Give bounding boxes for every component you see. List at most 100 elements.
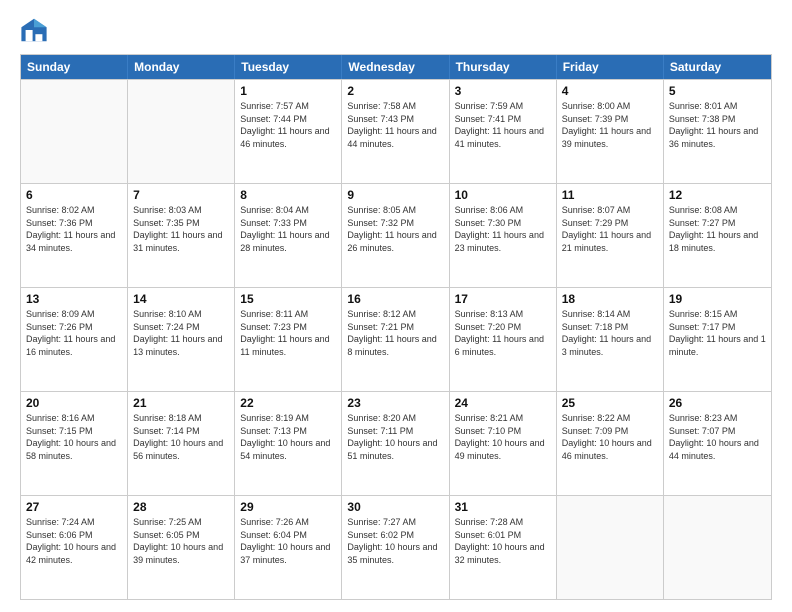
day-number-31: 31 (455, 500, 551, 514)
day-info-9: Sunrise: 8:05 AM Sunset: 7:32 PM Dayligh… (347, 204, 443, 254)
day-26: 26 Sunrise: 8:23 AM Sunset: 7:07 PM Dayli… (664, 392, 771, 495)
day-number-3: 3 (455, 84, 551, 98)
calendar-row-2: 6 Sunrise: 8:02 AM Sunset: 7:36 PM Daylig… (21, 183, 771, 287)
day-number-21: 21 (133, 396, 229, 410)
day-31: 31Sunrise: 7:28 AM Sunset: 6:01 PM Dayli… (450, 496, 557, 599)
day-number-26: 26 (669, 396, 766, 410)
day-10: 10 Sunrise: 8:06 AM Sunset: 7:30 PM Dayli… (450, 184, 557, 287)
day-number-30: 30 (347, 500, 443, 514)
day-number-16: 16 (347, 292, 443, 306)
calendar-header: SundayMondayTuesdayWednesdayThursdayFrid… (21, 55, 771, 79)
header-day-monday: Monday (128, 55, 235, 79)
day-info-25: Sunrise: 8:22 AM Sunset: 7:09 PM Dayligh… (562, 412, 658, 462)
day-8: 8 Sunrise: 8:04 AM Sunset: 7:33 PM Daylig… (235, 184, 342, 287)
day-info-18: Sunrise: 8:14 AM Sunset: 7:18 PM Dayligh… (562, 308, 658, 358)
day-info-21: Sunrise: 8:18 AM Sunset: 7:14 PM Dayligh… (133, 412, 229, 462)
day-number-14: 14 (133, 292, 229, 306)
day-21: 21 Sunrise: 8:18 AM Sunset: 7:14 PM Dayli… (128, 392, 235, 495)
calendar-row-1: 1 Sunrise: 7:57 AM Sunset: 7:44 PM Daylig… (21, 79, 771, 183)
day-info-13: Sunrise: 8:09 AM Sunset: 7:26 PM Dayligh… (26, 308, 122, 358)
day-2: 2 Sunrise: 7:58 AM Sunset: 7:43 PM Daylig… (342, 80, 449, 183)
day-info-1: Sunrise: 7:57 AM Sunset: 7:44 PM Dayligh… (240, 100, 336, 150)
day-number-2: 2 (347, 84, 443, 98)
day-1: 1 Sunrise: 7:57 AM Sunset: 7:44 PM Daylig… (235, 80, 342, 183)
day-number-1: 1 (240, 84, 336, 98)
day-number-8: 8 (240, 188, 336, 202)
day-22: 22 Sunrise: 8:19 AM Sunset: 7:13 PM Dayli… (235, 392, 342, 495)
day-29: 29 Sunrise: 7:26 AM Sunset: 6:04 PM Dayli… (235, 496, 342, 599)
day-number-20: 20 (26, 396, 122, 410)
day-info-26: Sunrise: 8:23 AM Sunset: 7:07 PM Dayligh… (669, 412, 766, 462)
header-day-saturday: Saturday (664, 55, 771, 79)
day-11: 11 Sunrise: 8:07 AM Sunset: 7:29 PM Dayli… (557, 184, 664, 287)
day-number-7: 7 (133, 188, 229, 202)
header-day-friday: Friday (557, 55, 664, 79)
empty-cell (557, 496, 664, 599)
day-7: 7Sunrise: 8:03 AM Sunset: 7:35 PM Daylig… (128, 184, 235, 287)
day-info-22: Sunrise: 8:19 AM Sunset: 7:13 PM Dayligh… (240, 412, 336, 462)
day-number-24: 24 (455, 396, 551, 410)
day-3: 3 Sunrise: 7:59 AM Sunset: 7:41 PM Daylig… (450, 80, 557, 183)
day-info-16: Sunrise: 8:12 AM Sunset: 7:21 PM Dayligh… (347, 308, 443, 358)
header-day-thursday: Thursday (450, 55, 557, 79)
day-info-2: Sunrise: 7:58 AM Sunset: 7:43 PM Dayligh… (347, 100, 443, 150)
day-info-17: Sunrise: 8:13 AM Sunset: 7:20 PM Dayligh… (455, 308, 551, 358)
day-number-9: 9 (347, 188, 443, 202)
day-number-11: 11 (562, 188, 658, 202)
day-6: 6 Sunrise: 8:02 AM Sunset: 7:36 PM Daylig… (21, 184, 128, 287)
day-info-5: Sunrise: 8:01 AM Sunset: 7:38 PM Dayligh… (669, 100, 766, 150)
day-13: 13Sunrise: 8:09 AM Sunset: 7:26 PM Dayli… (21, 288, 128, 391)
day-28: 28Sunrise: 7:25 AM Sunset: 6:05 PM Dayli… (128, 496, 235, 599)
day-info-27: Sunrise: 7:24 AM Sunset: 6:06 PM Dayligh… (26, 516, 122, 566)
day-number-27: 27 (26, 500, 122, 514)
day-27: 27 Sunrise: 7:24 AM Sunset: 6:06 PM Dayli… (21, 496, 128, 599)
day-info-30: Sunrise: 7:27 AM Sunset: 6:02 PM Dayligh… (347, 516, 443, 566)
day-19: 19 Sunrise: 8:15 AM Sunset: 7:17 PM Dayli… (664, 288, 771, 391)
empty-cell (664, 496, 771, 599)
day-info-19: Sunrise: 8:15 AM Sunset: 7:17 PM Dayligh… (669, 308, 766, 358)
day-30: 30 Sunrise: 7:27 AM Sunset: 6:02 PM Dayli… (342, 496, 449, 599)
day-18: 18Sunrise: 8:14 AM Sunset: 7:18 PM Dayli… (557, 288, 664, 391)
day-info-4: Sunrise: 8:00 AM Sunset: 7:39 PM Dayligh… (562, 100, 658, 150)
day-info-14: Sunrise: 8:10 AM Sunset: 7:24 PM Dayligh… (133, 308, 229, 358)
day-24: 24 Sunrise: 8:21 AM Sunset: 7:10 PM Dayli… (450, 392, 557, 495)
day-15: 15Sunrise: 8:11 AM Sunset: 7:23 PM Dayli… (235, 288, 342, 391)
day-25: 25 Sunrise: 8:22 AM Sunset: 7:09 PM Dayli… (557, 392, 664, 495)
calendar-row-4: 20 Sunrise: 8:16 AM Sunset: 7:15 PM Dayli… (21, 391, 771, 495)
day-info-6: Sunrise: 8:02 AM Sunset: 7:36 PM Dayligh… (26, 204, 122, 254)
day-number-17: 17 (455, 292, 551, 306)
day-16: 16 Sunrise: 8:12 AM Sunset: 7:21 PM Dayli… (342, 288, 449, 391)
day-info-15: Sunrise: 8:11 AM Sunset: 7:23 PM Dayligh… (240, 308, 336, 358)
calendar-row-3: 13Sunrise: 8:09 AM Sunset: 7:26 PM Dayli… (21, 287, 771, 391)
empty-cell (21, 80, 128, 183)
day-info-29: Sunrise: 7:26 AM Sunset: 6:04 PM Dayligh… (240, 516, 336, 566)
day-number-29: 29 (240, 500, 336, 514)
day-info-10: Sunrise: 8:06 AM Sunset: 7:30 PM Dayligh… (455, 204, 551, 254)
day-number-19: 19 (669, 292, 766, 306)
day-number-25: 25 (562, 396, 658, 410)
header-day-wednesday: Wednesday (342, 55, 449, 79)
day-number-22: 22 (240, 396, 336, 410)
day-5: 5 Sunrise: 8:01 AM Sunset: 7:38 PM Daylig… (664, 80, 771, 183)
day-number-28: 28 (133, 500, 229, 514)
day-number-10: 10 (455, 188, 551, 202)
empty-cell (128, 80, 235, 183)
day-info-8: Sunrise: 8:04 AM Sunset: 7:33 PM Dayligh… (240, 204, 336, 254)
day-info-20: Sunrise: 8:16 AM Sunset: 7:15 PM Dayligh… (26, 412, 122, 462)
day-number-6: 6 (26, 188, 122, 202)
day-info-24: Sunrise: 8:21 AM Sunset: 7:10 PM Dayligh… (455, 412, 551, 462)
calendar-body: 1 Sunrise: 7:57 AM Sunset: 7:44 PM Daylig… (21, 79, 771, 599)
day-14: 14 Sunrise: 8:10 AM Sunset: 7:24 PM Dayli… (128, 288, 235, 391)
day-info-11: Sunrise: 8:07 AM Sunset: 7:29 PM Dayligh… (562, 204, 658, 254)
day-number-5: 5 (669, 84, 766, 98)
day-info-3: Sunrise: 7:59 AM Sunset: 7:41 PM Dayligh… (455, 100, 551, 150)
logo-icon (20, 16, 48, 44)
day-number-4: 4 (562, 84, 658, 98)
day-17: 17 Sunrise: 8:13 AM Sunset: 7:20 PM Dayli… (450, 288, 557, 391)
day-23: 23Sunrise: 8:20 AM Sunset: 7:11 PM Dayli… (342, 392, 449, 495)
page: SundayMondayTuesdayWednesdayThursdayFrid… (0, 0, 792, 612)
header-day-tuesday: Tuesday (235, 55, 342, 79)
day-info-12: Sunrise: 8:08 AM Sunset: 7:27 PM Dayligh… (669, 204, 766, 254)
day-20: 20 Sunrise: 8:16 AM Sunset: 7:15 PM Dayli… (21, 392, 128, 495)
day-number-12: 12 (669, 188, 766, 202)
